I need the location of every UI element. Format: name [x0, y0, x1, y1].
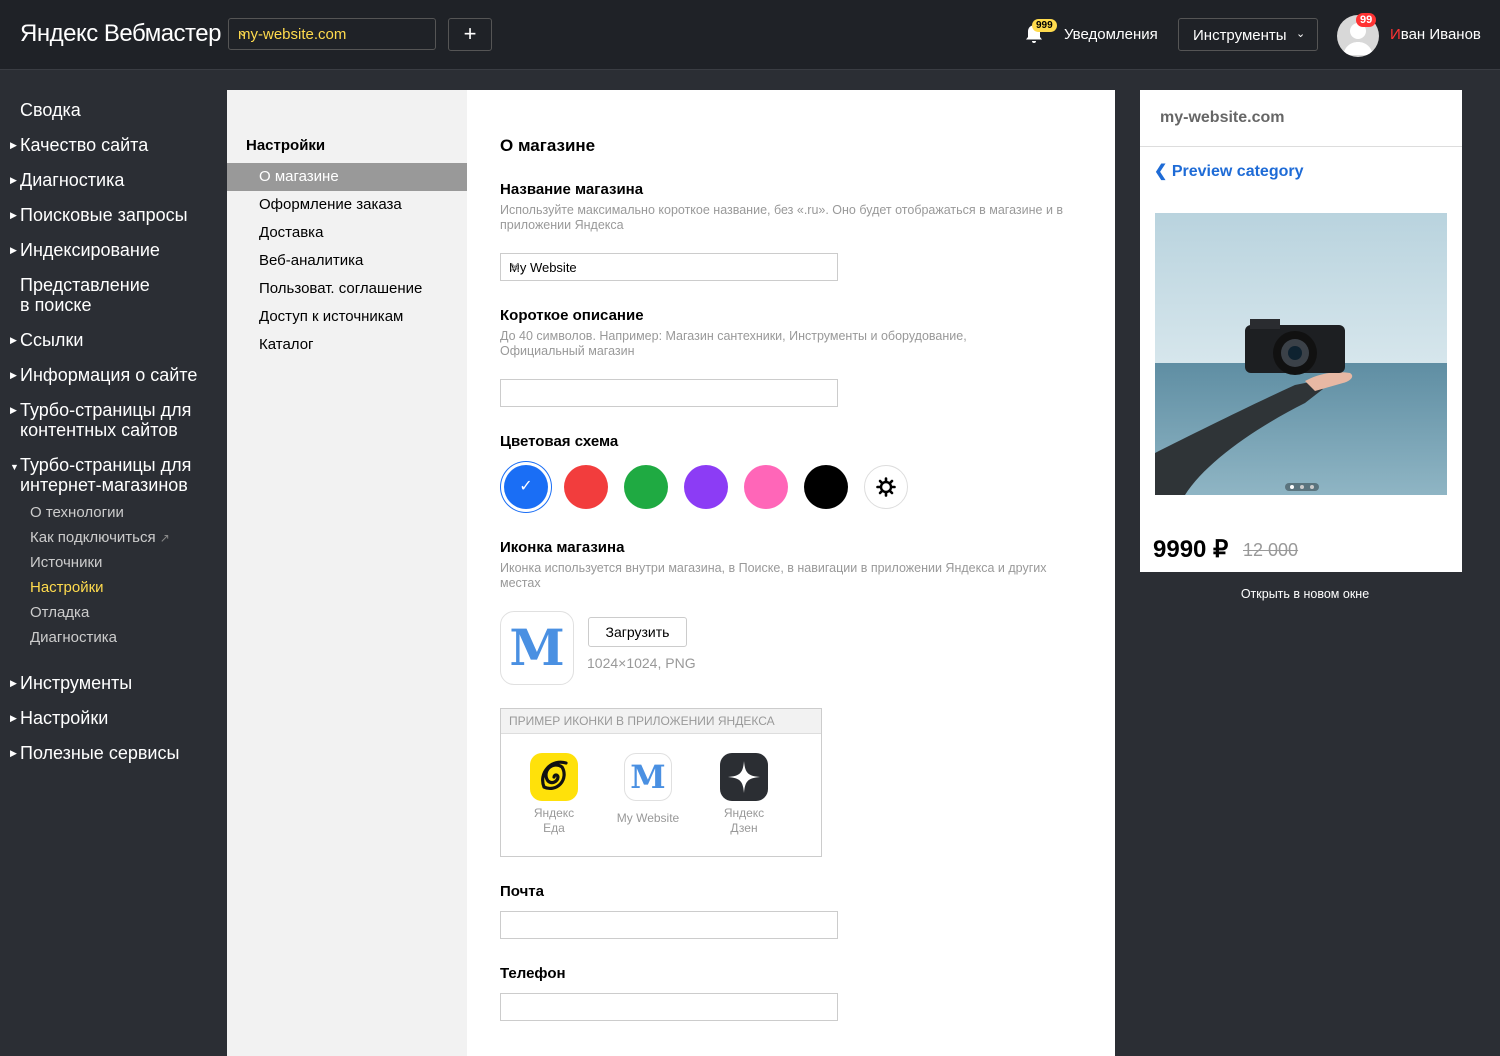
settings-item-source-access[interactable]: Доступ к источникам: [259, 308, 403, 325]
description-input[interactable]: [500, 379, 838, 407]
app-label-eda: Яндекс Еда: [533, 806, 575, 835]
icon-example-box: ПРИМЕР ИКОНКИ В ПРИЛОЖЕНИИ ЯНДЕКСА Яндек…: [500, 708, 822, 857]
email-input[interactable]: [500, 911, 838, 939]
top-header: Яндекс Вебмастер my-website.com ⌄ + 999 …: [0, 0, 1500, 70]
clear-icon[interactable]: ✕: [509, 259, 829, 276]
sidebar-item-diagnostics[interactable]: ▶ Диагностика: [10, 170, 124, 190]
settings-item-delivery[interactable]: Доставка: [259, 224, 323, 241]
turbo-preview: my-website.com ❮ Preview category 9990 ₽…: [1140, 90, 1462, 572]
custom-color-button[interactable]: [864, 465, 908, 509]
chevron-down-icon: ⌄: [238, 25, 249, 39]
sidebar-sub-howto[interactable]: Как подключиться ↗: [30, 529, 170, 546]
add-site-button[interactable]: +: [448, 18, 492, 51]
triangle-down-icon: ▼: [10, 462, 19, 472]
user-name[interactable]: Иван Иванов: [1390, 26, 1481, 43]
phone-input[interactable]: [500, 993, 838, 1021]
shop-name-hint: Используйте максимально короткое названи…: [500, 203, 1064, 232]
yandex-zen-app-icon: [720, 753, 768, 801]
settings-item-checkout[interactable]: Оформление заказа: [259, 196, 402, 213]
logo[interactable]: Яндекс Вебмастер: [20, 20, 221, 48]
shop-icon-label: Иконка магазина: [500, 539, 625, 556]
divider: [1140, 146, 1462, 147]
triangle-right-icon: ▶: [10, 210, 17, 220]
triangle-right-icon: ▶: [10, 748, 17, 758]
icon-size-hint: 1024×1024, PNG: [587, 655, 696, 671]
settings-menu-title: Настройки: [246, 137, 326, 154]
triangle-right-icon: ▶: [10, 140, 17, 150]
phone-label: Телефон: [500, 965, 566, 982]
sidebar-item-quality[interactable]: ▶ Качество сайта: [10, 135, 148, 155]
color-swatch[interactable]: ✓: [504, 465, 548, 509]
shop-name-input[interactable]: My Website ✕: [500, 253, 838, 281]
open-in-new-window-link[interactable]: Открыть в новом окне: [1140, 587, 1470, 601]
triangle-right-icon: ▶: [10, 405, 17, 415]
shop-icon-preview: M: [500, 611, 574, 685]
site-selector[interactable]: my-website.com ⌄: [228, 18, 436, 50]
sidebar-item-search-view[interactable]: Представление в поиске: [20, 275, 150, 315]
triangle-right-icon: ▶: [10, 370, 17, 380]
color-swatch[interactable]: [744, 465, 788, 509]
page-title: О магазине: [500, 136, 596, 155]
description-hint: До 40 символов. Например: Магазин сантех…: [500, 329, 967, 358]
settings-item-about-shop[interactable]: О магазине: [227, 163, 467, 191]
description-label: Короткое описание: [500, 307, 644, 324]
settings-item-analytics[interactable]: Веб-аналитика: [259, 252, 363, 269]
color-swatch[interactable]: [624, 465, 668, 509]
product-image: [1155, 213, 1447, 495]
sidebar-item-queries[interactable]: ▶ Поисковые запросы: [10, 205, 188, 225]
color-swatch[interactable]: [564, 465, 608, 509]
sidebar-item-links[interactable]: ▶ Ссылки: [10, 330, 83, 350]
sidebar-item-turbo-shops[interactable]: ▼ Турбо-страницы для интернет-магазинов: [10, 455, 191, 495]
sidebar-sub-settings[interactable]: Настройки: [30, 579, 104, 596]
tools-menu-button[interactable]: Инструменты ⌄: [1178, 18, 1318, 51]
sidebar-item-site-info[interactable]: ▶ Информация о сайте: [10, 365, 197, 385]
sidebar-sub-sources[interactable]: Источники: [30, 554, 102, 571]
avatar-badge: 99: [1356, 13, 1377, 27]
sidebar-item-summary[interactable]: Сводка: [20, 100, 81, 120]
notifications-link[interactable]: Уведомления: [1064, 26, 1158, 43]
triangle-right-icon: ▶: [10, 678, 17, 688]
triangle-right-icon: ▶: [10, 713, 17, 723]
settings-item-catalog[interactable]: Каталог: [259, 336, 314, 353]
email-label: Почта: [500, 883, 544, 900]
my-website-app-icon: M: [624, 753, 672, 801]
preview-category-link[interactable]: ❮ Preview category: [1154, 161, 1303, 181]
app-label-my-website: My Website: [616, 811, 680, 825]
icon-example-title: ПРИМЕР ИКОНКИ В ПРИЛОЖЕНИИ ЯНДЕКСА: [501, 709, 821, 734]
product-old-price: 12 000: [1243, 540, 1299, 560]
sidebar-item-turbo-content[interactable]: ▶ Турбо-страницы для контентных сайтов: [10, 400, 191, 440]
settings-item-agreement[interactable]: Пользоват. соглашение: [259, 280, 422, 297]
triangle-right-icon: ▶: [10, 245, 17, 255]
chevron-down-icon: ⌄: [1296, 28, 1306, 40]
sidebar-sub-debug[interactable]: Отладка: [30, 604, 89, 621]
settings-menu: Настройки О магазине Оформление заказа Д…: [227, 90, 467, 1056]
external-link-icon: ↗: [159, 531, 170, 545]
app-label-zen: Яндекс Дзен: [723, 806, 765, 835]
product-price: 9990 ₽: [1153, 536, 1229, 563]
triangle-right-icon: ▶: [10, 175, 17, 185]
color-scheme-label: Цветовая схема: [500, 433, 619, 450]
sidebar-item-settings[interactable]: ▶ Настройки: [10, 708, 108, 728]
color-swatch[interactable]: [804, 465, 848, 509]
sidebar-sub-diagnostics[interactable]: Диагностика: [30, 629, 117, 646]
gear-icon: [876, 477, 896, 497]
chevron-left-icon: ❮: [1154, 163, 1168, 180]
shop-icon-hint: Иконка используется внутри магазина, в П…: [500, 561, 1047, 590]
sidebar-item-services[interactable]: ▶ Полезные сервисы: [10, 743, 179, 763]
checkmark-icon: ✓: [519, 478, 533, 495]
sidebar-sub-about[interactable]: О технологии: [30, 504, 124, 521]
upload-button[interactable]: Загрузить: [588, 617, 687, 647]
yandex-eda-app-icon: [530, 753, 578, 801]
sidebar-item-tools[interactable]: ▶ Инструменты: [10, 673, 132, 693]
sidebar-item-indexing[interactable]: ▶ Индексирование: [10, 240, 160, 260]
triangle-right-icon: ▶: [10, 335, 17, 345]
preview-domain: my-website.com: [1160, 109, 1285, 126]
notifications-badge: 999: [1032, 19, 1057, 32]
shop-name-label: Название магазина: [500, 181, 644, 198]
color-swatch[interactable]: [684, 465, 728, 509]
